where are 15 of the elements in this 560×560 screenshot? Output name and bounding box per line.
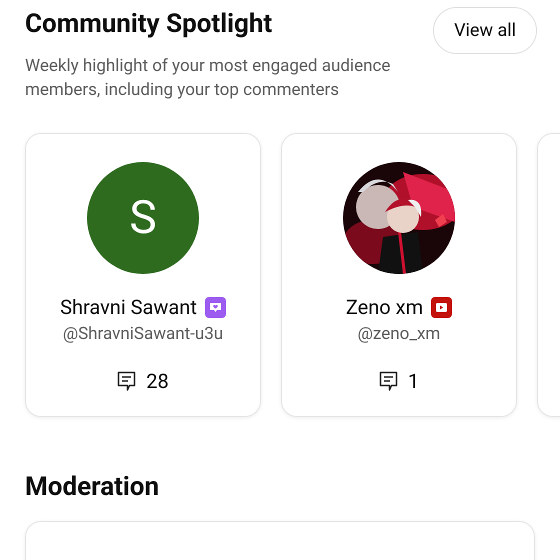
section-title: Moderation [25,471,160,503]
member-name: Shravni Sawant [60,294,197,320]
section-subtitle: Weekly highlight of your most engaged audience members, including your top commenters [25,55,392,102]
member-card[interactable]: Zeno xm @zeno_xm 1 [281,133,517,417]
member-name: Zeno xm [346,294,424,320]
section-title: Community Spotlight [25,8,272,40]
comment-icon [378,370,398,392]
member-handle: @zeno_xm [358,323,440,346]
comment-icon [117,370,136,392]
view-all-button[interactable]: View all [433,7,537,54]
comment-count: 1 [408,368,420,395]
member-handle: @ShravniSawant-u3u [62,323,224,346]
member-card[interactable]: S Shravni Sawant @ShravniSawant-u3u 28 [25,133,261,417]
avatar-letter: S [129,195,157,241]
comment-count: 28 [146,368,169,395]
